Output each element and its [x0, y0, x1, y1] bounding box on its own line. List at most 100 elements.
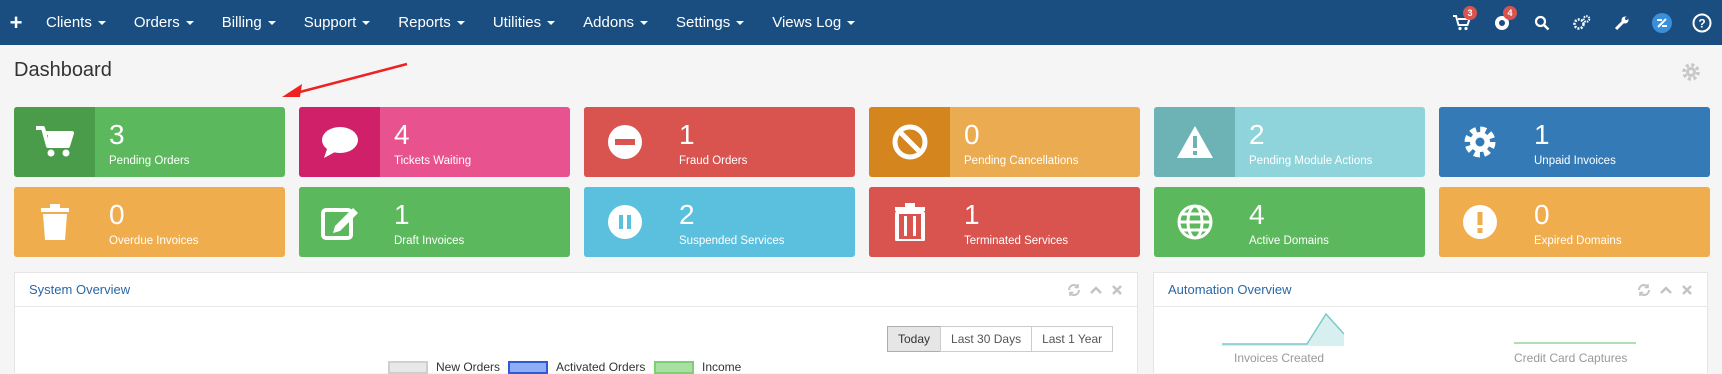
- invoices-created-sparkline: [1222, 312, 1344, 346]
- nav-support[interactable]: Support: [290, 0, 385, 45]
- page-title: Dashboard: [14, 59, 112, 81]
- gear-icon[interactable]: [1681, 62, 1701, 82]
- warning-icon: [1154, 107, 1235, 177]
- caret-down-icon: [362, 20, 371, 25]
- close-icon[interactable]: [1681, 284, 1693, 296]
- stat-label: Expired Domains: [1534, 235, 1622, 247]
- close-icon[interactable]: [1111, 284, 1123, 296]
- stat-tile-pending-module-actions[interactable]: 2 Pending Module Actions: [1154, 107, 1425, 177]
- nav-reports[interactable]: Reports: [384, 0, 479, 45]
- caret-down-icon: [847, 20, 856, 25]
- stat-tile-suspended-services[interactable]: 2 Suspended Services: [584, 187, 855, 257]
- caret-down-icon: [736, 20, 745, 25]
- stat-label: Pending Orders: [109, 155, 190, 167]
- stat-tile-fraud-orders[interactable]: 1 Fraud Orders: [584, 107, 855, 177]
- stat-value: 4: [394, 119, 410, 150]
- stat-label: Terminated Services: [964, 235, 1069, 247]
- stat-value: 2: [679, 199, 695, 230]
- stat-label: Tickets Waiting: [394, 155, 472, 167]
- caret-down-icon: [640, 20, 649, 25]
- refresh-icon[interactable]: [1067, 283, 1081, 297]
- nav-addons[interactable]: Addons: [569, 0, 662, 45]
- stat-tile-expired-domains[interactable]: 0 Expired Domains: [1439, 187, 1710, 257]
- marketplace-icon[interactable]: [1642, 0, 1682, 45]
- add-new-icon[interactable]: +: [0, 0, 32, 45]
- range-30-days-button[interactable]: Last 30 Days: [940, 326, 1033, 352]
- collapse-icon[interactable]: [1659, 283, 1673, 297]
- nav-orders[interactable]: Orders: [120, 0, 208, 45]
- stat-tile-pending-orders[interactable]: 3 Pending Orders: [14, 107, 285, 177]
- help-icon[interactable]: ?: [1682, 0, 1722, 45]
- wrench-icon[interactable]: [1602, 0, 1642, 45]
- stat-value: 1: [679, 119, 695, 150]
- stat-tile-unpaid-invoices[interactable]: 1 Unpaid Invoices: [1439, 107, 1710, 177]
- collapse-icon[interactable]: [1089, 283, 1103, 297]
- nav-label: Settings: [676, 14, 731, 31]
- stat-tile-pending-cancellations[interactable]: 0 Pending Cancellations: [869, 107, 1140, 177]
- legend-label: New Orders: [436, 360, 501, 374]
- nav-clients[interactable]: Clients: [32, 0, 120, 45]
- globe-icon: [1154, 187, 1235, 257]
- stat-label: Unpaid Invoices: [1534, 155, 1616, 167]
- nav-label: Utilities: [492, 14, 542, 31]
- exclamation-icon: [1439, 187, 1520, 257]
- stat-value: 1: [964, 199, 980, 230]
- caret-down-icon: [267, 20, 276, 25]
- nav-label: Reports: [398, 14, 451, 31]
- stat-label: Active Domains: [1249, 235, 1329, 247]
- stat-value: 3: [109, 119, 125, 150]
- credit-card-captures-label: Credit Card Captures: [1514, 351, 1628, 365]
- legend-income: Income: [654, 360, 741, 374]
- nav-label: Orders: [133, 14, 180, 31]
- system-overview-panel: System Overview: [14, 272, 1138, 373]
- cart-badge: 3: [1463, 6, 1477, 20]
- legend-label: Activated Orders: [556, 360, 646, 374]
- trash-icon: [14, 187, 95, 257]
- range-1-year-button[interactable]: Last 1 Year: [1031, 326, 1114, 352]
- pause-icon: [584, 187, 665, 257]
- ban-icon: [869, 107, 950, 177]
- nav-label: Views Log: [772, 14, 842, 31]
- nav-label: Addons: [583, 14, 635, 31]
- stat-tile-active-domains[interactable]: 4 Active Domains: [1154, 187, 1425, 257]
- stat-label: Suspended Services: [679, 235, 785, 247]
- refresh-icon[interactable]: [1637, 283, 1651, 297]
- cogs-icon[interactable]: [1562, 0, 1602, 45]
- stat-label: Pending Module Actions: [1249, 155, 1373, 167]
- caret-down-icon: [97, 20, 106, 25]
- top-navbar: + Clients Orders Billing Support Reports Util…: [0, 0, 1722, 45]
- stat-value: 1: [394, 199, 410, 230]
- stat-label: Draft Invoices: [394, 235, 465, 247]
- stat-value: 0: [964, 119, 980, 150]
- cart-icon: [14, 107, 95, 177]
- support-icon[interactable]: 4: [1482, 0, 1522, 45]
- stat-value: 0: [1534, 199, 1550, 230]
- annotation-arrow: [282, 62, 408, 97]
- nav-label: Support: [303, 14, 357, 31]
- automation-overview-title: Automation Overview: [1168, 282, 1292, 297]
- nav-utilities[interactable]: Utilities: [479, 0, 569, 45]
- stat-tile-draft-invoices[interactable]: 1 Draft Invoices: [299, 187, 570, 257]
- edit-icon: [299, 187, 380, 257]
- invoices-created-label: Invoices Created: [1234, 351, 1325, 365]
- support-badge: 4: [1503, 6, 1517, 20]
- caret-down-icon: [456, 20, 465, 25]
- range-button-group: Today Last 30 Days Last 1 Year: [887, 326, 1114, 352]
- nav-billing[interactable]: Billing: [208, 0, 290, 45]
- nav-settings[interactable]: Settings: [662, 0, 758, 45]
- minus-circle-icon: [584, 107, 665, 177]
- legend-label: Income: [702, 360, 742, 374]
- stat-tile-tickets-waiting[interactable]: 4 Tickets Waiting: [299, 107, 570, 177]
- gear-icon: [1439, 107, 1520, 177]
- comment-icon: [299, 107, 380, 177]
- legend-new-orders: New Orders: [388, 360, 500, 374]
- stat-tile-overdue-invoices[interactable]: 0 Overdue Invoices: [14, 187, 285, 257]
- cart-icon[interactable]: 3: [1442, 0, 1482, 45]
- legend-activated-orders: Activated Orders: [508, 360, 645, 374]
- nav-label: Clients: [46, 14, 92, 31]
- stat-value: 0: [109, 199, 125, 230]
- nav-views-log[interactable]: Views Log: [758, 0, 869, 45]
- range-today-button[interactable]: Today: [887, 326, 942, 352]
- stat-tile-terminated-services[interactable]: 1 Terminated Services: [869, 187, 1140, 257]
- search-icon[interactable]: [1522, 0, 1562, 45]
